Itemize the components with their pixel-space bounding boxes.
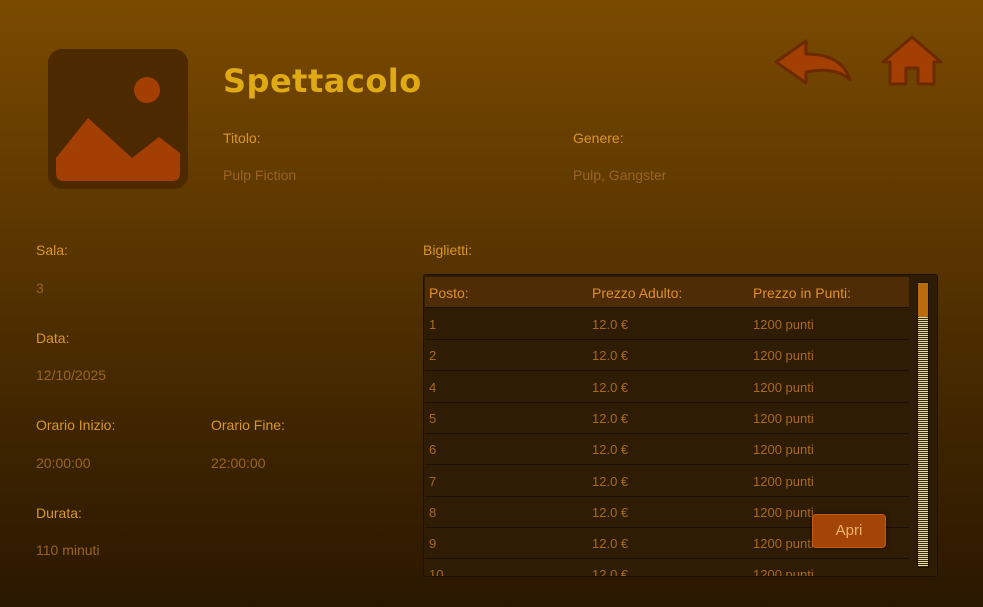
table-scrollbar[interactable] [917,282,929,568]
table-header: Posto: Prezzo Adulto: Prezzo in Punti: [425,277,909,308]
cell-posto: 4 [429,379,437,395]
orario-fine-value: 22:00:00 [211,455,266,471]
cell-prezzo-adulto: 12.0 € [592,348,629,364]
cell-prezzo-adulto: 12.0 € [592,410,629,426]
cell-prezzo-punti: 1200 punti [753,317,814,332]
home-icon [881,35,943,86]
cell-prezzo-adulto: 12.0 € [592,379,629,395]
table-row[interactable]: 6 12.0 € 1200 punti [425,433,909,466]
cell-prezzo-adulto: 12.0 € [592,504,629,520]
cell-posto: 1 [429,317,437,332]
cell-prezzo-adulto: 12.0 € [592,317,629,332]
orario-inizio-label: Orario Inizio: [36,417,116,433]
home-button[interactable] [880,34,944,88]
show-image-placeholder [48,49,188,189]
cell-posto: 8 [429,504,437,520]
back-button[interactable] [772,36,854,86]
cell-posto: 10 [429,567,444,577]
cell-posto: 5 [429,410,437,426]
titolo-label: Titolo: [223,130,261,146]
orario-inizio-value: 20:00:00 [36,455,91,471]
cell-prezzo-adulto: 12.0 € [592,536,629,552]
table-row[interactable]: 1 12.0 € 1200 punti [425,308,909,340]
scrollbar-thumb[interactable] [918,283,928,317]
cell-prezzo-punti: 1200 punti [753,567,814,577]
durata-value: 110 minuti [36,542,100,558]
durata-label: Durata: [36,505,82,521]
cell-posto: 7 [429,473,437,489]
titolo-value: Pulp Fiction [223,167,297,183]
cell-prezzo-adulto: 12.0 € [592,567,629,577]
image-placeholder-icon [56,77,180,181]
data-value: 12/10/2025 [36,367,107,383]
cell-posto: 2 [429,348,437,364]
cell-prezzo-punti: 1200 punti [753,410,814,426]
column-header-prezzo-punti[interactable]: Prezzo in Punti: [753,285,851,301]
cell-posto: 9 [429,536,437,552]
biglietti-label: Biglietti: [423,242,473,258]
table-row[interactable]: 7 12.0 € 1200 punti [425,465,909,497]
cell-prezzo-punti: 1200 punti [753,536,814,552]
column-header-prezzo-adulto[interactable]: Prezzo Adulto: [592,285,682,301]
data-label: Data: [36,330,70,346]
cell-prezzo-punti: 1200 punti [753,504,814,520]
sala-value: 3 [36,280,44,296]
genere-label: Genere: [573,130,624,146]
table-row[interactable]: 4 12.0 € 1200 punti [425,371,909,403]
cell-prezzo-punti: 1200 punti [753,379,814,395]
table-row[interactable]: 2 12.0 € 1200 punti [425,339,909,372]
column-header-posto[interactable]: Posto: [429,285,469,301]
page-title: Spettacolo [223,62,422,100]
cell-posto: 6 [429,442,437,458]
cell-prezzo-adulto: 12.0 € [592,473,629,489]
orario-fine-label: Orario Fine: [211,417,285,433]
genere-value: Pulp, Gangster [573,167,667,183]
back-arrow-icon [774,39,852,85]
open-button[interactable]: Apri [812,514,886,548]
table-row[interactable]: 5 12.0 € 1200 punti [425,402,909,434]
cell-prezzo-adulto: 12.0 € [592,442,629,458]
cell-prezzo-punti: 1200 punti [753,442,814,458]
sala-label: Sala: [36,242,68,258]
table-row[interactable]: 10 12.0 € 1200 punti [425,558,909,577]
cell-prezzo-punti: 1200 punti [753,348,814,364]
cell-prezzo-punti: 1200 punti [753,473,814,489]
